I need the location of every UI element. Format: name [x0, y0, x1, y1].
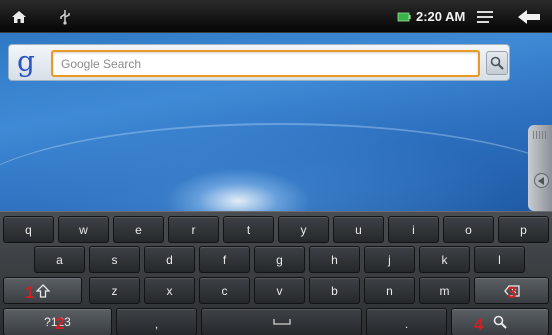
key-m[interactable]: m [419, 277, 470, 304]
search-icon [493, 315, 507, 329]
key-o[interactable]: o [443, 216, 494, 243]
soft-keyboard: q w e r t y u i o p a s d f g h j k l z … [0, 211, 552, 335]
key-r[interactable]: r [168, 216, 219, 243]
key-w[interactable]: w [58, 216, 109, 243]
key-y[interactable]: y [278, 216, 329, 243]
key-g[interactable]: g [254, 246, 305, 273]
key-l[interactable]: l [474, 246, 525, 273]
key-h[interactable]: h [309, 246, 360, 273]
wallpaper-swoosh [0, 123, 552, 211]
annotation-label: 4 [474, 315, 484, 334]
grip-icon [533, 131, 547, 139]
period-key[interactable]: . [366, 308, 447, 335]
battery-icon [396, 0, 412, 33]
menu-icon[interactable] [476, 0, 494, 33]
key-f[interactable]: f [199, 246, 250, 273]
key-c[interactable]: c [199, 277, 250, 304]
home-icon[interactable] [8, 0, 30, 33]
google-logo[interactable]: g [13, 47, 39, 79]
key-d[interactable]: d [144, 246, 195, 273]
space-key[interactable] [201, 308, 362, 335]
search-input[interactable] [51, 50, 480, 77]
space-bar-icon [272, 319, 291, 325]
usb-icon [56, 0, 74, 33]
magnifier-icon [490, 56, 504, 70]
launcher-side-handle[interactable] [528, 125, 552, 211]
annotation-label: 2 [55, 314, 65, 333]
key-v[interactable]: v [254, 277, 305, 304]
shift-key[interactable] [3, 277, 82, 304]
search-button[interactable] [486, 51, 508, 75]
clock: 2:20 AM [416, 9, 466, 24]
search-key[interactable] [451, 308, 549, 335]
status-bar: 2:20 AM [0, 0, 552, 33]
key-p[interactable]: p [498, 216, 549, 243]
google-search-widget: g [8, 44, 510, 81]
key-z[interactable]: z [89, 277, 140, 304]
key-q[interactable]: q [3, 216, 54, 243]
annotation-label: 1 [25, 283, 35, 302]
key-j[interactable]: j [364, 246, 415, 273]
key-k[interactable]: k [419, 246, 470, 273]
key-b[interactable]: b [309, 277, 360, 304]
key-t[interactable]: t [223, 216, 274, 243]
comma-key[interactable]: , [116, 308, 197, 335]
shift-icon [35, 283, 50, 298]
key-u[interactable]: u [333, 216, 384, 243]
key-s[interactable]: s [89, 246, 140, 273]
key-x[interactable]: x [144, 277, 195, 304]
key-i[interactable]: i [388, 216, 439, 243]
key-n[interactable]: n [364, 277, 415, 304]
key-a[interactable]: a [34, 246, 85, 273]
key-e[interactable]: e [113, 216, 164, 243]
annotation-label: 3 [507, 283, 517, 302]
drawer-arrow-icon [534, 173, 549, 188]
back-arrow-icon[interactable] [514, 0, 544, 33]
